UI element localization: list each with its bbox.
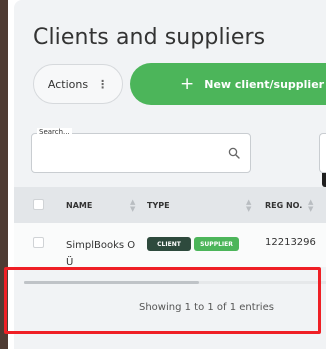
search-input[interactable]: Search... bbox=[31, 128, 251, 173]
new-client-supplier-button[interactable]: + New client/supplier bbox=[130, 63, 326, 105]
client-name-link[interactable]: SimplBooks OÜ bbox=[66, 237, 138, 271]
new-client-supplier-label: New client/supplier bbox=[204, 77, 325, 91]
sort-icon[interactable]: ▲ ▼ bbox=[130, 199, 135, 213]
sort-icon[interactable]: ▲ ▼ bbox=[246, 199, 251, 213]
supplier-badge: SUPPLIER bbox=[194, 237, 239, 251]
actions-label: Actions bbox=[47, 77, 89, 91]
reg-no-cell: 12213296 bbox=[265, 237, 316, 248]
page-title: Clients and suppliers bbox=[33, 25, 266, 50]
column-header-name[interactable]: NAME bbox=[66, 201, 92, 210]
sort-icon[interactable]: ▲ ▼ bbox=[308, 199, 313, 213]
filter-select[interactable] bbox=[319, 133, 326, 173]
main-panel: Clients and suppliers Actions ⋮ + New cl… bbox=[14, 0, 326, 349]
client-badge: CLIENT bbox=[147, 237, 191, 251]
more-vertical-icon: ⋮ bbox=[97, 77, 109, 91]
column-header-reg-no[interactable]: REG NO. bbox=[265, 201, 302, 210]
scrollbar-thumb[interactable] bbox=[24, 281, 199, 284]
left-sidebar-edge bbox=[0, 0, 8, 349]
dropdown-tab bbox=[322, 173, 326, 187]
plus-icon: + bbox=[180, 73, 195, 94]
entries-info: Showing 1 to 1 of 1 entries bbox=[139, 302, 274, 313]
search-icon bbox=[228, 147, 240, 159]
row-checkbox[interactable] bbox=[33, 237, 44, 248]
column-header-type[interactable]: TYPE bbox=[147, 201, 170, 210]
actions-button[interactable]: Actions ⋮ bbox=[33, 64, 123, 104]
search-label: Search... bbox=[37, 128, 72, 136]
select-all-checkbox[interactable] bbox=[33, 199, 44, 210]
